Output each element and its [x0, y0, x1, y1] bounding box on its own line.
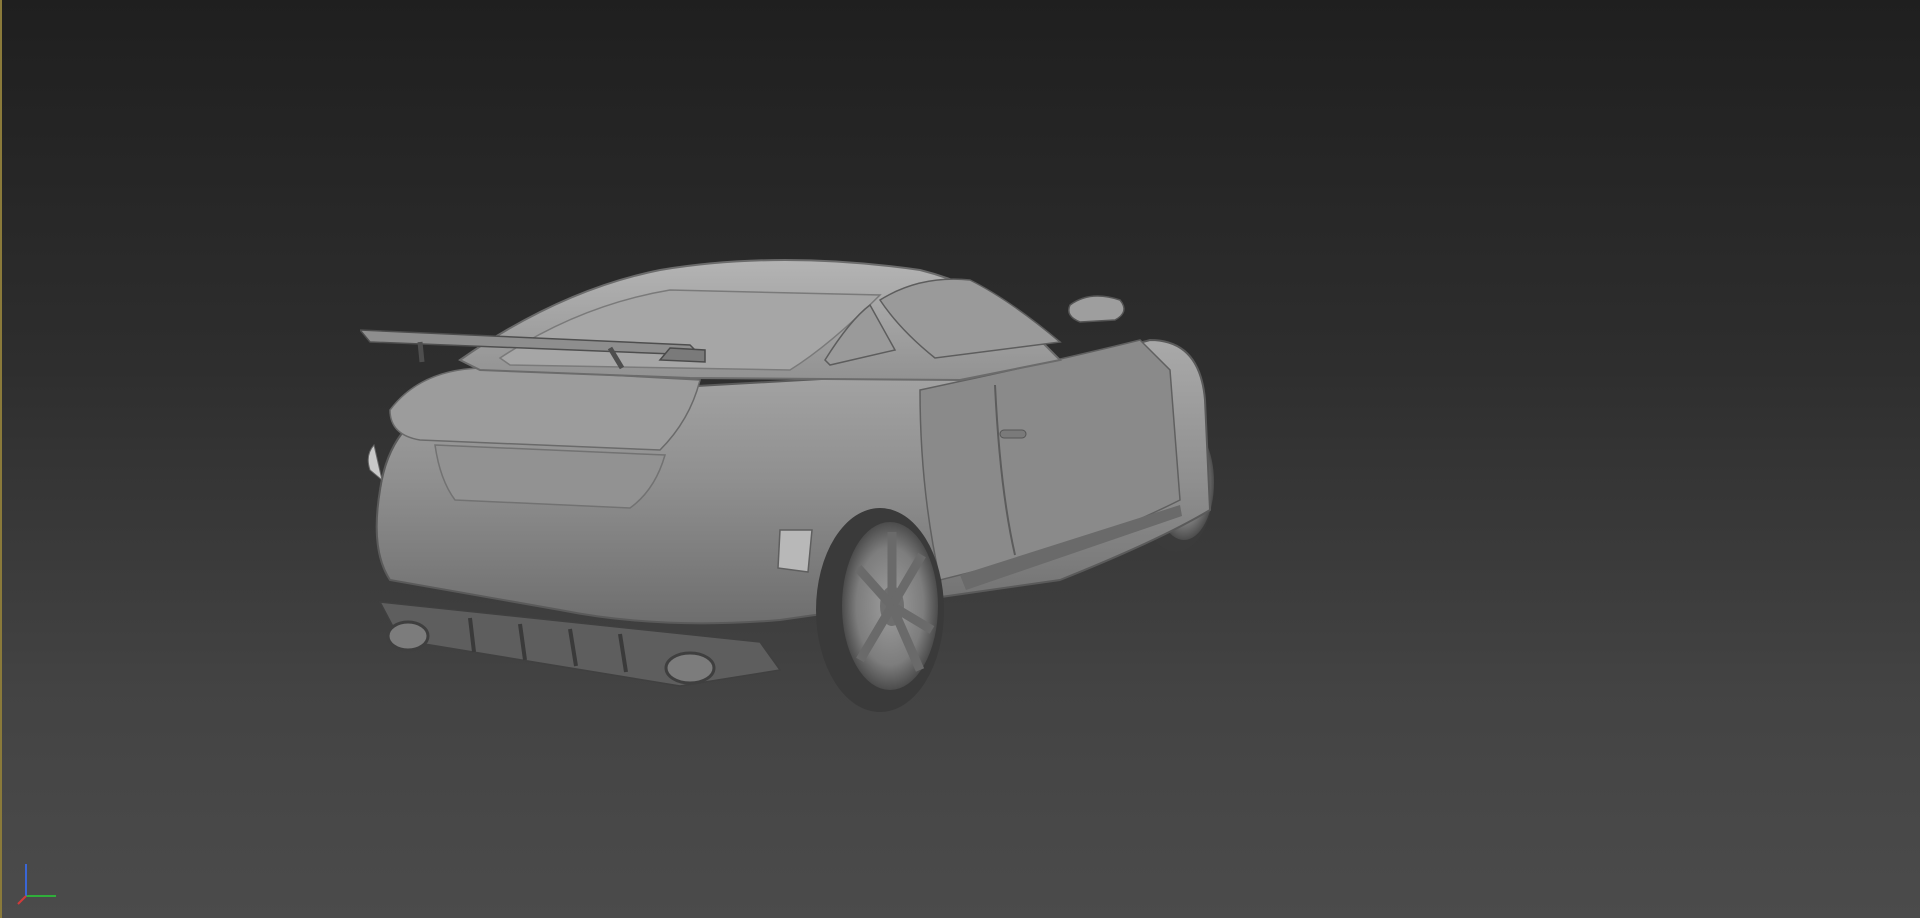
left-rear-wheel [816, 508, 944, 712]
car-model[interactable] [360, 250, 1240, 730]
axis-gizmo-icon [17, 864, 56, 905]
3d-viewport[interactable] [0, 0, 1920, 918]
car-cabin [458, 259, 1125, 382]
car-body [367, 338, 1212, 687]
